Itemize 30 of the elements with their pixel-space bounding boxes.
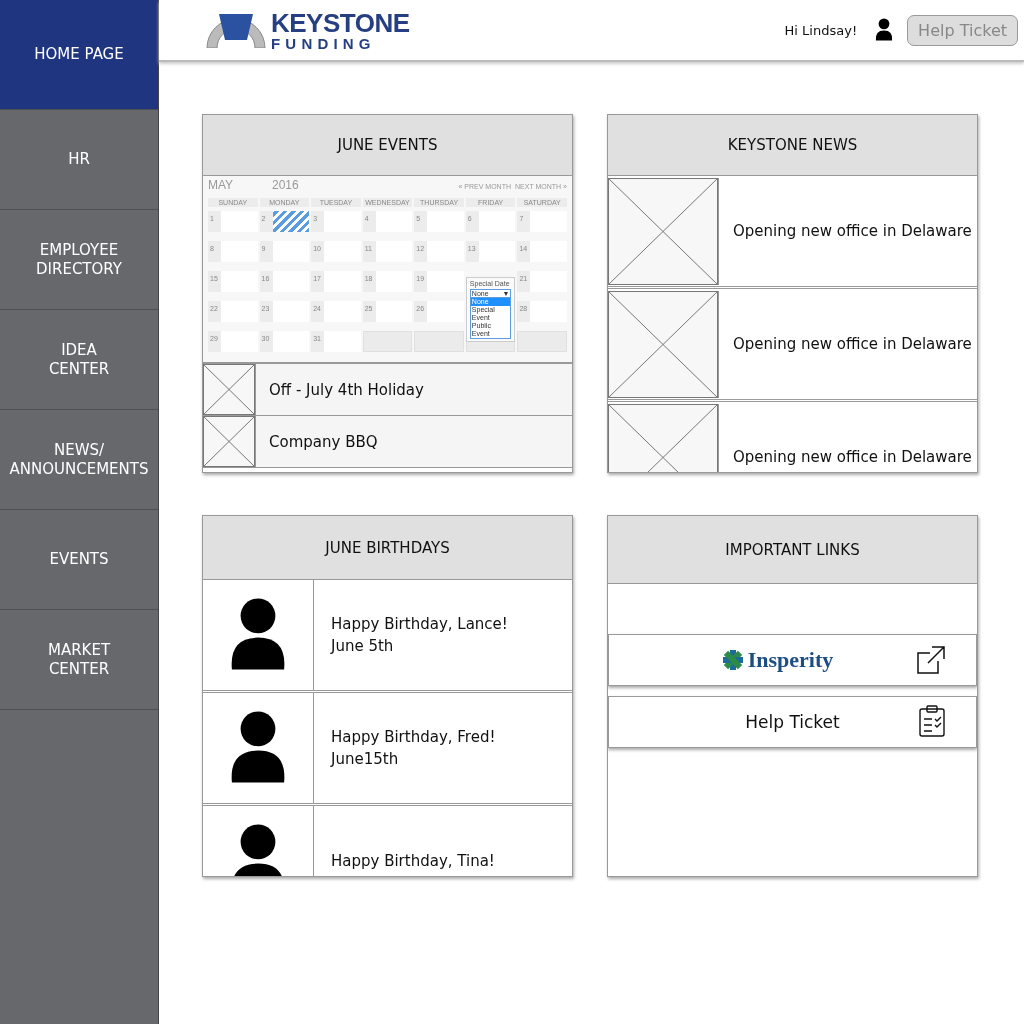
calendar-year[interactable]: 2016 xyxy=(272,178,299,192)
logo-icon xyxy=(205,12,267,48)
clipboard-check-icon xyxy=(918,705,946,737)
card-title: JUNE EVENTS xyxy=(203,115,572,176)
help-ticket-button[interactable]: Help Ticket xyxy=(907,14,1018,46)
person-icon xyxy=(875,18,894,42)
link-label: Help Ticket xyxy=(745,712,840,732)
event-title: Off - July 4th Holiday xyxy=(269,380,424,399)
birthday-text: Happy Birthday, Tina! xyxy=(331,851,495,872)
greeting-text: Hi Lindsay! xyxy=(784,22,858,38)
logo-subtitle: FUNDING xyxy=(271,35,377,51)
logo-wordmark: KEYSTONE xyxy=(271,9,410,36)
nav-item[interactable]: HOME PAGE xyxy=(0,0,158,110)
birthday-text: June15th xyxy=(331,749,400,770)
insperity-logo-text: Insperity xyxy=(747,647,834,673)
external-link-icon xyxy=(916,645,946,675)
event-title: Company BBQ xyxy=(269,432,378,451)
card-title: IMPORTANT LINKS xyxy=(608,516,977,584)
link-row[interactable]: Help Ticket xyxy=(608,696,977,748)
news-headline: Opening new office in Delaware xyxy=(733,222,972,240)
news-headline: Opening new office in Delaware xyxy=(733,335,972,353)
birthday-text: Happy Birthday, Lance! xyxy=(331,614,508,635)
link-row[interactable]: Insperity xyxy=(608,634,977,686)
star-logo-icon xyxy=(721,649,744,671)
birthday-text: Happy Birthday, Fred! xyxy=(331,727,496,748)
news-headline: Opening new office in Delaware xyxy=(733,448,972,466)
birthday-text: June 5th xyxy=(331,636,395,657)
card-title: JUNE BIRTHDAYS xyxy=(203,516,572,580)
card-title: KEYSTONE NEWS xyxy=(608,115,977,176)
calendar-month[interactable]: MAY xyxy=(208,178,272,192)
